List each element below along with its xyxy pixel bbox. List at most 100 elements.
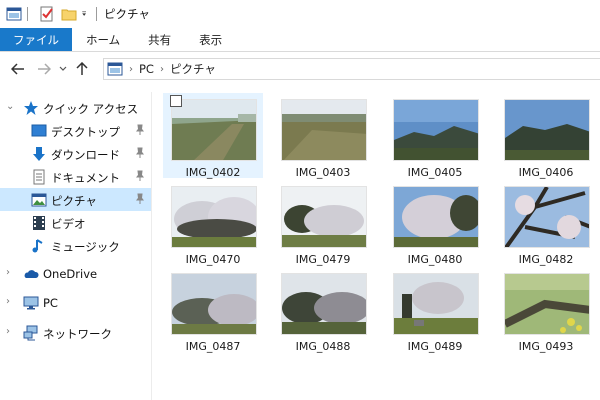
nav-label: PC [43,296,58,310]
nav-label: ネットワーク [43,327,112,341]
tab-home[interactable]: ホーム [72,28,134,51]
pin-icon[interactable] [135,124,145,136]
chevron-down-icon [59,66,67,71]
pin-icon[interactable] [135,147,145,159]
network-icon [23,325,38,341]
image-thumbnail [281,99,367,161]
customize-toolbar-chevron-icon[interactable] [81,6,91,22]
file-name: IMG_0403 [295,166,351,179]
nav-item-desktop[interactable]: デスクトップ [0,119,151,142]
up-button[interactable] [72,57,92,81]
star-icon [24,101,38,115]
breadcrumb-pictures[interactable]: ピクチャ [170,61,216,77]
documents-icon [33,169,45,185]
computer-icon [23,296,39,310]
breadcrumb-separator[interactable]: › [160,64,164,75]
title-bar: ピクチャ [0,0,600,28]
file-item[interactable]: IMG_0487 [163,267,263,353]
new-folder-icon[interactable] [61,6,77,22]
file-name: IMG_0405 [407,166,463,179]
file-item[interactable]: IMG_0489 [385,267,485,353]
chevron-right-icon[interactable]: › [6,297,16,307]
image-thumbnail [504,99,590,161]
chevron-right-icon[interactable]: › [6,268,16,278]
file-name: IMG_0470 [185,253,241,266]
chevron-down-icon[interactable]: ⌄ [6,102,16,112]
file-name: IMG_0480 [407,253,463,266]
nav-label: ドキュメント [51,171,120,185]
file-list: IMG_0402 IMG_0403 IMG_0405 IMG_0406 IMG_… [153,88,600,400]
nav-item-pictures[interactable]: ピクチャ [0,188,151,211]
pin-icon[interactable] [135,193,145,205]
file-item[interactable]: IMG_0480 [385,180,485,266]
navigation-pane: ⌄ クイック アクセス デスクトップ ダウンロード ドキュメント ピクチャ ビデ… [0,92,152,400]
file-name: IMG_0482 [518,253,574,266]
image-thumbnail [281,186,367,248]
properties-icon[interactable] [39,6,55,22]
image-thumbnail [504,273,590,335]
file-item[interactable]: IMG_0493 [496,267,596,353]
qa-separator [27,7,28,21]
nav-item-videos[interactable]: ビデオ [0,211,151,234]
video-icon [33,216,45,230]
quick-access-toolbar [0,0,102,28]
file-name: IMG_0479 [295,253,351,266]
nav-label: ピクチャ [51,194,97,208]
file-item[interactable]: IMG_0403 [273,93,373,179]
cloud-icon [24,270,39,278]
ribbon-tabs: ファイル ホーム 共有 表示 [0,28,600,52]
pc-location-icon [107,62,123,76]
file-name: IMG_0489 [407,340,463,353]
forward-button[interactable] [34,57,54,81]
nav-item-downloads[interactable]: ダウンロード [0,142,151,165]
back-arrow-icon [11,63,24,75]
tab-view[interactable]: 表示 [185,28,236,51]
file-name: IMG_0487 [185,340,241,353]
file-item[interactable]: IMG_0479 [273,180,373,266]
window-title: ピクチャ [104,7,150,21]
pictures-icon [31,193,47,207]
breadcrumb-pc[interactable]: PC [139,62,154,76]
tab-share[interactable]: 共有 [134,28,185,51]
nav-item-documents[interactable]: ドキュメント [0,165,151,188]
address-bar[interactable]: › PC › ピクチャ [103,58,600,80]
file-item[interactable]: IMG_0488 [273,267,373,353]
image-thumbnail [393,99,479,161]
image-thumbnail [393,186,479,248]
file-item[interactable]: IMG_0405 [385,93,485,179]
image-thumbnail [281,273,367,335]
back-button[interactable] [8,57,28,81]
nav-network[interactable]: › ネットワーク [0,321,151,344]
item-checkbox[interactable] [170,95,182,107]
image-thumbnail [504,186,590,248]
image-thumbnail [171,186,257,248]
file-explorer-window: ピクチャ ファイル ホーム 共有 表示 › PC › ピクチャ ⌄ クイック ア… [0,0,600,400]
chevron-right-icon[interactable]: › [6,327,16,337]
nav-label: ビデオ [51,217,86,231]
nav-label: OneDrive [43,267,98,281]
image-thumbnail [171,99,257,161]
desktop-icon [31,124,47,137]
window-icon [6,7,22,21]
file-item[interactable]: IMG_0406 [496,93,596,179]
download-icon [33,147,45,161]
pin-icon[interactable] [135,170,145,182]
breadcrumb-separator[interactable]: › [129,64,133,75]
up-arrow-icon [76,62,88,75]
nav-pc[interactable]: › PC [0,291,151,314]
forward-arrow-icon [38,63,51,75]
file-item[interactable]: IMG_0482 [496,180,596,266]
nav-label: ミュージック [51,240,120,254]
nav-label: ダウンロード [51,148,120,162]
qa-separator [96,7,97,21]
recent-locations-button[interactable] [56,57,70,81]
file-item[interactable]: IMG_0470 [163,180,263,266]
nav-item-music[interactable]: ミュージック [0,234,151,257]
nav-quick-access[interactable]: ⌄ クイック アクセス [0,96,151,119]
image-thumbnail [171,273,257,335]
tab-file[interactable]: ファイル [0,28,72,51]
nav-onedrive[interactable]: › OneDrive [0,262,151,285]
file-name: IMG_0493 [518,340,574,353]
file-name: IMG_0406 [518,166,574,179]
file-name: IMG_0402 [185,166,241,179]
